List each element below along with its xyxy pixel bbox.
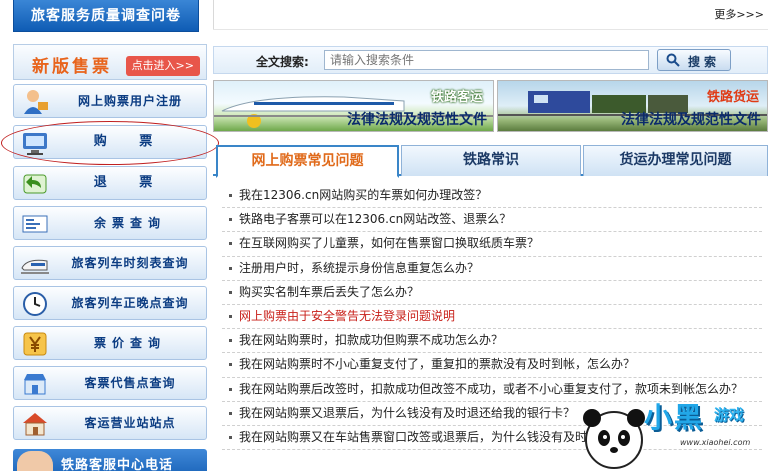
sidebar-item-label: 旅客列车时刻表查询 [71, 256, 189, 270]
sidebar-item-label: 退 票 [93, 175, 167, 190]
sidebar-item-remaining-tickets[interactable]: 余票查询 [13, 206, 207, 240]
tab-freight-faq[interactable]: 货运办理常见问题 [583, 145, 768, 176]
list-item[interactable]: 注册用户时，系统提示身份信息重复怎么办？ [222, 257, 762, 281]
banner-caption: 法律法规及规范性文件 [347, 112, 487, 128]
passenger-law-banner[interactable]: 铁路客运 法律法规及规范性文件 [213, 80, 494, 132]
agent-avatar [17, 451, 53, 471]
sidebar-item-label: 旅客列车正晚点查询 [71, 296, 189, 310]
divider [213, 29, 768, 30]
search-button[interactable]: 搜索 [657, 49, 731, 71]
watermark-brand-suffix: 游戏 [714, 406, 745, 424]
new-ticket-title: 新版售票 [32, 57, 112, 77]
sidebar-item-register[interactable]: 网上购票用户注册 [13, 84, 207, 118]
sidebar-item-label: 客运营业站站点 [84, 416, 176, 430]
clock-icon [23, 292, 47, 316]
shop-icon [24, 374, 46, 395]
hotline-label: 铁路客服中心电话 [61, 458, 174, 471]
search-input[interactable] [324, 50, 649, 70]
list-item[interactable]: 在互联网购买了儿童票，如何在售票窗口换取纸质车票？ [222, 232, 762, 257]
banner-tag: 铁路货运 [706, 90, 759, 105]
sidebar: 新版售票 点击进入>> 网上购票用户注册 购 票 退 票 余票查询 旅客列车时刻… [1, 44, 219, 471]
search-label: 全文搜索: [256, 55, 309, 69]
survey-banner[interactable]: 旅客服务质量调查问卷 [13, 0, 199, 32]
list-item[interactable]: 我在网站购票时不小心重复支付了，重复扣的票款没有及时到帐，怎么办？ [222, 353, 762, 378]
list-item[interactable]: 购买实名制车票后丢失了怎么办？ [222, 281, 762, 305]
hotline-banner[interactable]: 铁路客服中心电话 [13, 449, 207, 471]
sidebar-item-refund[interactable]: 退 票 [13, 166, 207, 200]
sidebar-item-stations[interactable]: 客运营业站站点 [13, 406, 207, 440]
ticket-search-icon [22, 215, 48, 233]
site-watermark: 小黑 游戏 www.xiaohei.com [578, 390, 768, 471]
list-item[interactable]: 我在12306.cn网站购买的车票如何办理改签？ [222, 184, 762, 209]
sidebar-item-label: 客票代售点查询 [84, 376, 176, 390]
train-icon [21, 259, 49, 274]
banner-tag: 铁路客运 [430, 90, 483, 105]
new-ticket-panel: 新版售票 点击进入>> [13, 44, 207, 80]
highlight-oval [1, 121, 219, 165]
watermark-domain: www.xiaohei.com [680, 438, 751, 447]
sidebar-item-fare[interactable]: 票价查询 [13, 326, 207, 360]
banner-caption: 法律法规及规范性文件 [621, 112, 761, 128]
tab-online-booking-faq[interactable]: 网上购票常见问题 [216, 145, 399, 178]
sidebar-item-punctuality[interactable]: 旅客列车正晚点查询 [13, 286, 207, 320]
list-item[interactable]: 铁路电子客票可以在12306.cn网站改签、退票么？ [222, 208, 762, 233]
sidebar-item-label: 网上购票用户注册 [77, 94, 182, 108]
sidebar-item-timetable[interactable]: 旅客列车时刻表查询 [13, 246, 207, 280]
more-link[interactable]: 更多>>> [714, 6, 764, 22]
return-arrow-icon [23, 174, 47, 194]
divider [213, 0, 214, 30]
enter-button[interactable]: 点击进入>> [125, 56, 200, 76]
house-icon [23, 413, 47, 436]
faq-tabs: 网上购票常见问题 铁路常识 货运办理常见问题 [213, 140, 768, 178]
search-button-label: 搜索 [688, 55, 721, 69]
user-icon [24, 90, 48, 114]
yen-icon [23, 332, 47, 356]
search-icon [666, 53, 680, 67]
sidebar-item-agency[interactable]: 客票代售点查询 [13, 366, 207, 400]
tab-railway-knowledge[interactable]: 铁路常识 [401, 145, 581, 176]
freight-law-banner[interactable]: 铁路货运 法律法规及规范性文件 [497, 80, 768, 132]
sidebar-item-label: 余票查询 [93, 216, 166, 230]
sidebar-item-label: 票价查询 [93, 336, 166, 350]
watermark-brand: 小黑 [644, 401, 705, 434]
list-item[interactable]: 我在网站购票时，扣款成功但购票不成功怎么办？ [222, 329, 762, 354]
top-bar: 旅客服务质量调查问卷 更多>>> [0, 0, 768, 40]
panda-mascot-icon [583, 409, 645, 469]
search-bar: 全文搜索: 搜索 [213, 46, 768, 74]
list-item[interactable]: 网上购票由于安全警告无法登录问题说明 [222, 305, 762, 330]
